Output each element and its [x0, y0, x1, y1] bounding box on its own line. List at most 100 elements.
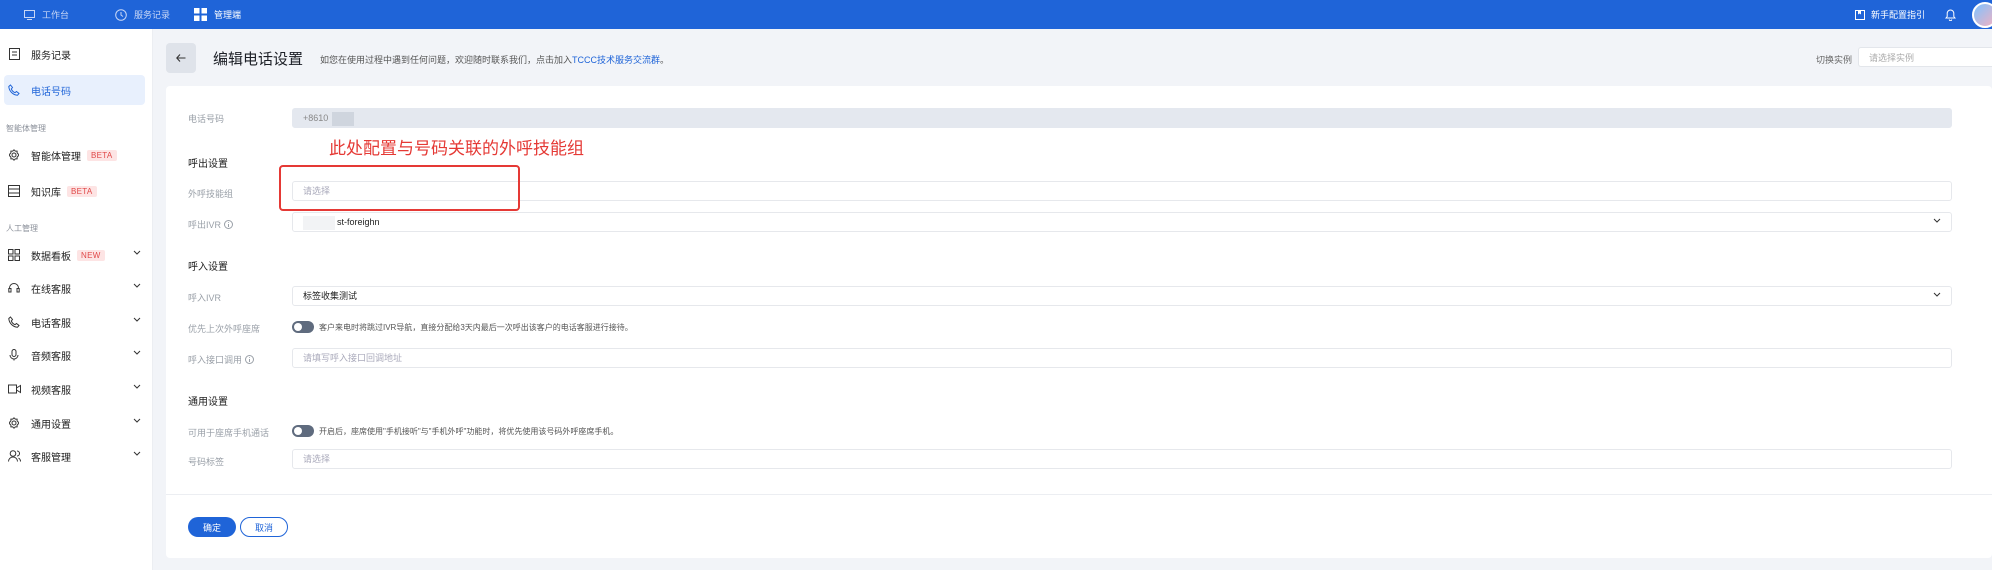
inbound-callback-label: 呼入接口调用 [188, 353, 255, 366]
headset-icon [7, 281, 21, 295]
confirm-button[interactable]: 确定 [188, 517, 236, 537]
sidebar-item-label: 视频客服 [31, 385, 71, 397]
outbound-skill-group-label: 外呼技能组 [188, 189, 234, 199]
sidebar-item-video-service[interactable]: 视频客服 [0, 374, 145, 404]
topbar-item-label: 服务记录 [134, 10, 171, 20]
setup-guide-label: 新手配置指引 [1870, 10, 1925, 20]
bell-icon[interactable] [1945, 8, 1956, 21]
microphone-icon [7, 348, 21, 362]
info-icon[interactable] [224, 220, 234, 229]
phone-number-label: 电话号码 [188, 114, 225, 124]
switch-instance-label: 切换实例 [1815, 55, 1852, 65]
chevron-down-icon [133, 418, 141, 423]
inbound-callback-label-text: 呼入接口调用 [188, 355, 243, 365]
annotation-text: 此处配置与号码关联的外呼技能组 [329, 139, 584, 158]
mobile-call-toggle[interactable] [292, 425, 314, 437]
top-navigation-bar: 工作台 服务记录 管理端 新手配置指引 [0, 0, 1992, 29]
outbound-ivr-label: 呼出IVR [188, 218, 234, 231]
topbar-item-label: 管理端 [214, 10, 242, 20]
description-suffix: 。 [660, 55, 670, 65]
topbar-right: 新手配置指引 [1854, 0, 1992, 29]
cancel-button[interactable]: 取消 [240, 517, 288, 537]
sidebar: 服务记录 电话号码 智能体管理 智能体管理 BETA 知识库 BETA 人工管理… [0, 29, 153, 570]
dashboard-icon [7, 248, 21, 262]
divider [166, 494, 1992, 495]
info-icon[interactable] [245, 355, 255, 364]
sidebar-item-service-records[interactable]: 服务记录 [0, 39, 145, 69]
priority-last-agent-description: 客户来电时将跳过IVR导航，直接分配给3天内最后一次呼出该客户的电话客服进行接待… [319, 322, 633, 332]
sidebar-item-label: 智能体管理 [31, 151, 81, 163]
page-header: 编辑电话设置 如您在使用过程中遇到任何问题，欢迎随时联系我们，点击加入TCCC技… [166, 43, 1992, 75]
inbound-ivr-label: 呼入IVR [188, 293, 222, 303]
sidebar-item-online-service[interactable]: 在线客服 [0, 273, 145, 303]
outbound-ivr-select[interactable]: st-foreighn [292, 212, 1952, 232]
chevron-down-icon [133, 317, 141, 322]
phone-icon [7, 315, 21, 329]
gear-icon [7, 416, 21, 430]
chevron-down-icon [133, 250, 141, 255]
outbound-skill-group-select[interactable]: 请选择 [292, 181, 1952, 201]
instance-select[interactable]: 请选择实例 [1858, 47, 1992, 67]
sidebar-item-label: 客服管理 [31, 452, 71, 464]
outbound-ivr-label-text: 呼出IVR [188, 220, 222, 230]
beta-badge: BETA [67, 185, 97, 197]
topbar-item-service-records[interactable]: 服务记录 [115, 0, 170, 29]
tccc-group-link[interactable]: TCCC技术服务交流群 [572, 55, 660, 65]
sidebar-item-agent-management[interactable]: 智能体管理 BETA [0, 140, 145, 170]
sidebar-item-agent-admin[interactable]: 客服管理 [0, 441, 145, 471]
sidebar-item-label: 知识库 [31, 187, 61, 199]
number-tag-label: 号码标签 [188, 457, 225, 467]
outbound-ivr-value: st-foreighn [337, 217, 380, 227]
database-icon [7, 184, 21, 198]
sidebar-item-knowledge-base[interactable]: 知识库 BETA [0, 176, 145, 206]
page-description: 如您在使用过程中遇到任何问题，欢迎随时联系我们，点击加入TCCC技术服务交流群。 [320, 53, 669, 66]
sidebar-section-human: 人工管理 [6, 224, 38, 233]
book-icon [1854, 9, 1865, 20]
phone-number-value: +8610 [303, 113, 329, 123]
phone-icon [7, 83, 21, 97]
description-text: 如您在使用过程中遇到任何问题，欢迎随时联系我们，点击加入 [320, 55, 573, 65]
topbar-item-label: 工作台 [42, 10, 70, 20]
sidebar-item-phone-number[interactable]: 电话号码 [4, 75, 145, 105]
mobile-call-row: 开启后，座席使用"手机接听"与"手机外呼"功能时，将优先使用该号码外呼座席手机。 [292, 425, 618, 437]
sidebar-item-label: 数据看板 [31, 251, 71, 263]
document-icon [7, 47, 21, 61]
arrow-left-icon [176, 54, 186, 62]
chevron-down-icon [133, 283, 141, 288]
annotation-highlight-box [279, 165, 520, 211]
sidebar-item-audio-service[interactable]: 音频客服 [0, 340, 145, 370]
clock-icon [115, 8, 127, 21]
sidebar-item-label: 电话客服 [31, 318, 71, 330]
chevron-down-icon [133, 350, 141, 355]
inbound-ivr-value: 标签收集测试 [303, 291, 358, 301]
sidebar-item-label: 在线客服 [31, 284, 71, 296]
topbar-item-workbench[interactable]: 工作台 [24, 0, 69, 29]
sidebar-item-label: 音频客服 [31, 351, 71, 363]
priority-last-agent-label: 优先上次外呼座席 [188, 324, 261, 334]
priority-last-agent-toggle[interactable] [292, 321, 314, 333]
outbound-section-title: 呼出设置 [188, 159, 228, 170]
masked-ivr-prefix [303, 215, 335, 230]
chevron-down-icon [1933, 218, 1941, 223]
gear-icon [7, 148, 21, 162]
chevron-down-icon [1933, 292, 1941, 297]
back-button[interactable] [166, 43, 196, 73]
number-tag-select[interactable]: 请选择 [292, 449, 1952, 469]
grid-icon [194, 8, 208, 21]
sidebar-item-label: 通用设置 [31, 419, 71, 431]
masked-number [332, 111, 355, 126]
setup-guide-link[interactable]: 新手配置指引 [1854, 8, 1925, 21]
sidebar-item-phone-service[interactable]: 电话客服 [0, 307, 145, 337]
inbound-callback-input[interactable]: 请填写呼入接口回调地址 [292, 348, 1952, 368]
page-title: 编辑电话设置 [213, 51, 304, 68]
sidebar-item-label: 电话号码 [31, 86, 71, 98]
avatar[interactable] [1972, 1, 1992, 28]
sidebar-item-general-settings[interactable]: 通用设置 [0, 408, 145, 438]
chevron-down-icon [133, 384, 141, 389]
topbar-item-admin[interactable]: 管理端 [194, 0, 241, 29]
chevron-down-icon [133, 451, 141, 456]
sidebar-section-agent: 智能体管理 [6, 124, 46, 133]
sidebar-item-dashboard[interactable]: 数据看板 NEW [0, 240, 145, 270]
sidebar-item-label: 服务记录 [31, 50, 71, 62]
inbound-ivr-select[interactable]: 标签收集测试 [292, 286, 1952, 306]
